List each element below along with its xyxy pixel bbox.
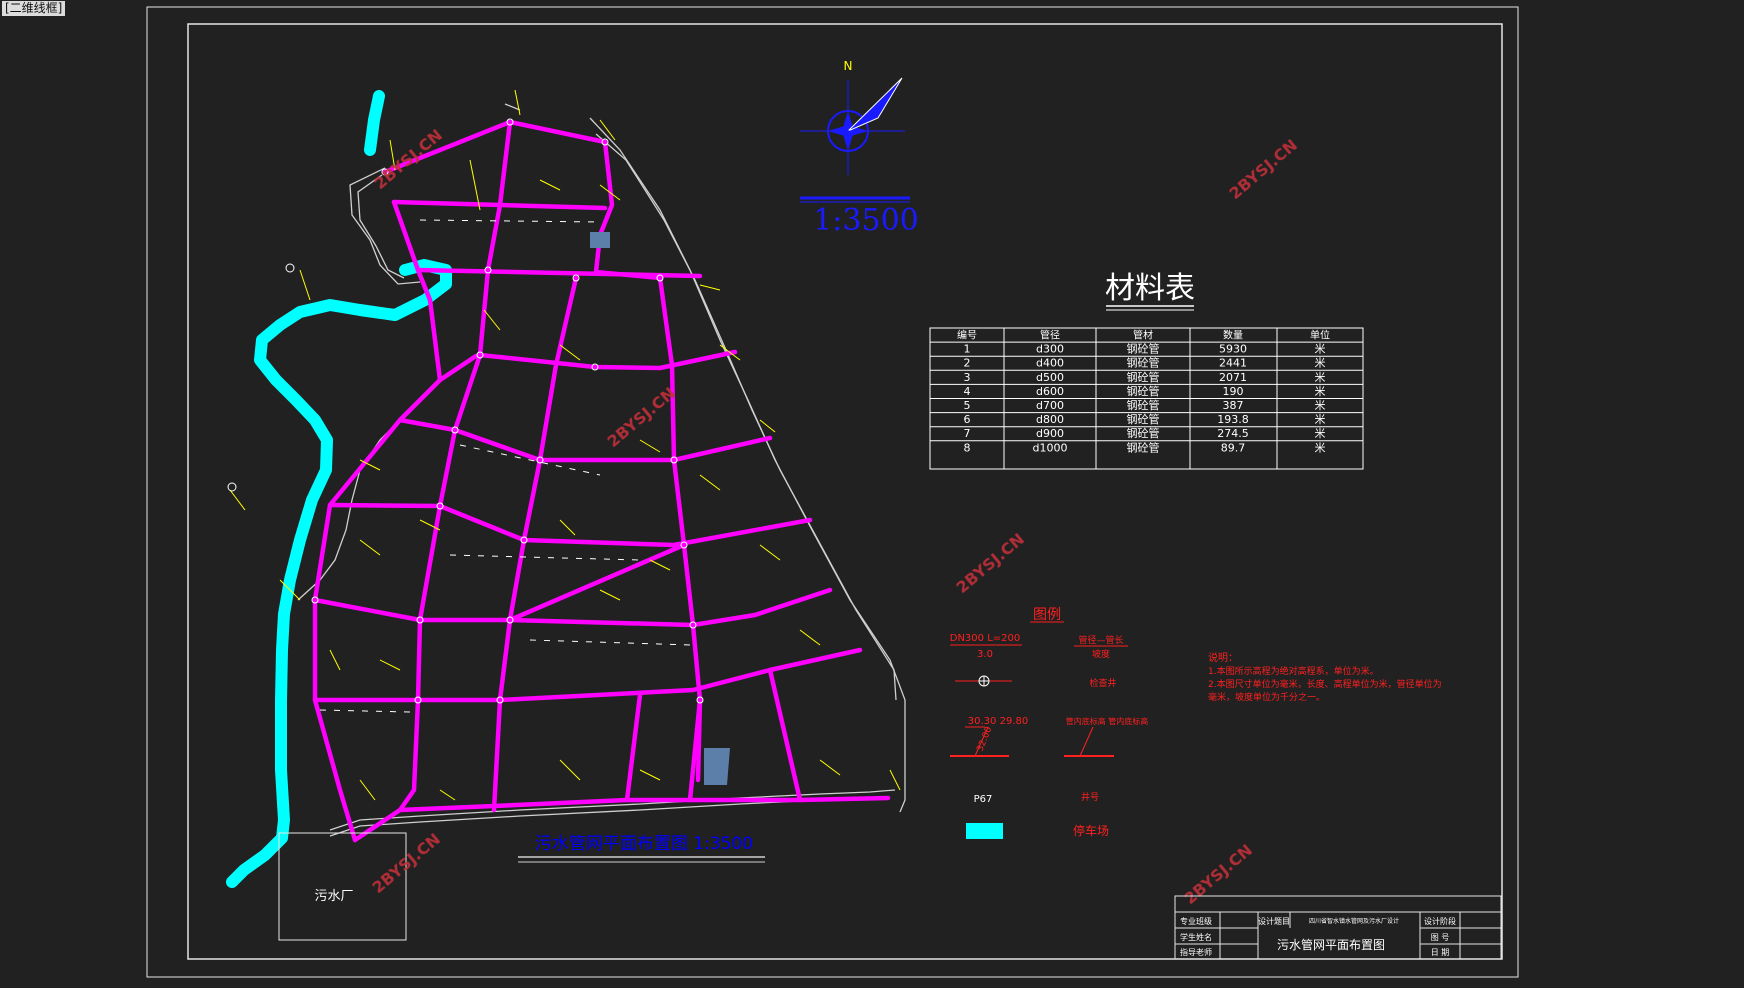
legend-node-sample: P67 — [974, 794, 993, 805]
legend-parking-desc: 停车场 — [1073, 823, 1109, 838]
material-table-cell: 钢砼管 — [1127, 412, 1160, 426]
title-block-sheet-label: 图 号 — [1431, 933, 1450, 942]
material-table-cell: 米 — [1315, 371, 1326, 384]
material-table-header-cell: 管径 — [1040, 329, 1060, 342]
title-block-advisor-label: 指导老师 — [1180, 947, 1212, 957]
scale-bar: 1:3500 — [800, 196, 919, 238]
material-table: 编号 管径 管材 数量 单位 1 d300 钢砼管 5930 米 2 d400 钢砼管 2441 米 3 d50… — [929, 327, 1364, 470]
legend-manhole-desc: 检查井 — [1089, 677, 1116, 689]
material-table-cell: d600 — [1036, 385, 1064, 398]
parking-lot — [704, 748, 730, 785]
notes-line-1: 1.本图所示高程为绝对高程系，单位为米。 — [1208, 665, 1379, 677]
material-table-cell: d500 — [1036, 371, 1064, 384]
material-table-header-cell: 单位 — [1310, 329, 1330, 342]
material-table-cell: 2 — [964, 357, 971, 370]
material-table-cell: 米 — [1315, 385, 1326, 398]
material-table-cell: 6 — [964, 413, 971, 426]
material-table-cell: 4 — [964, 385, 971, 398]
watermark: 2BYSJ.CN — [952, 529, 1028, 597]
road-centerlines — [319, 219, 691, 713]
title-block-stage-label: 设计阶段 — [1424, 916, 1456, 926]
material-table-header-cell: 管材 — [1133, 329, 1153, 342]
legend-elev-sample: 30.30 29.80 — [968, 716, 1028, 727]
material-table-cell: 190 — [1223, 385, 1244, 398]
legend-pipe-sample-bottom: 3.0 — [977, 649, 993, 660]
material-table-header-cell: 数量 — [1223, 329, 1243, 342]
material-table-cell: 钢砼管 — [1127, 440, 1160, 454]
material-table-cell: 钢砼管 — [1127, 370, 1160, 384]
watermark: 2BYSJ.CN — [1180, 840, 1256, 908]
material-table-cell: 米 — [1315, 399, 1326, 412]
plan-title: 污水管网平面布置图 1:3500 — [535, 834, 753, 854]
watermark: 2BYSJ.CN — [1225, 135, 1301, 203]
material-table-cell: d1000 — [1033, 441, 1068, 454]
material-table-cell: 米 — [1315, 427, 1326, 440]
title-block-project-label: 设计题目 — [1258, 916, 1290, 926]
material-table-cell: d400 — [1036, 357, 1064, 370]
material-table-cell: 2071 — [1219, 371, 1247, 384]
legend-elev-slope: 32.00 — [976, 725, 995, 753]
title-block-student-label: 学生姓名 — [1180, 932, 1212, 942]
scale-label: 1:3500 — [813, 203, 919, 238]
material-table-cell: d900 — [1036, 427, 1064, 440]
legend-elev-tick-2 — [1079, 726, 1094, 757]
north-arrow: N — [800, 59, 905, 175]
material-table-cell: 5 — [964, 399, 971, 412]
material-table-header-cell: 编号 — [957, 329, 977, 342]
sewer-pipe-network — [312, 119, 891, 843]
material-table-cell: d300 — [1036, 343, 1064, 356]
legend-title: 图例 — [1033, 607, 1061, 623]
wastewater-plant-label: 污水厂 — [314, 889, 353, 904]
material-table-cell: 钢砼管 — [1127, 342, 1160, 356]
material-table-cell: 1 — [964, 343, 971, 356]
material-table-cell: 274.5 — [1217, 427, 1249, 440]
legend-elev-desc: 管内底标高 管内底标高 — [1066, 716, 1149, 726]
material-table-cell: 2441 — [1219, 357, 1247, 370]
material-table-title: 材料表 — [1105, 271, 1195, 306]
material-table-cell: 钢砼管 — [1127, 398, 1160, 412]
cad-drawing[interactable]: 污水厂 污水管网平面布置图 1:3500 N 1:3500 2BYSJ.CN 2… — [0, 0, 1744, 988]
notes-line-2: 2.本图尺寸单位为毫米，长度、高程单位为米，管径单位为 — [1208, 678, 1442, 690]
title-block-drawing-name: 污水管网平面布置图 — [1277, 937, 1385, 952]
watermarks: 2BYSJ.CN 2BYSJ.CN 2BYSJ.CN 2BYSJ.CN 2BYS… — [368, 125, 1301, 908]
legend-parking-swatch — [966, 823, 1003, 839]
parking-lot — [590, 232, 610, 248]
material-table-cell: 米 — [1315, 441, 1326, 454]
material-table-cell: 3 — [964, 371, 971, 384]
material-table-cell: 387 — [1223, 399, 1244, 412]
notes-heading: 说明： — [1208, 651, 1238, 664]
north-label: N — [844, 59, 853, 73]
material-table-cell: 5930 — [1219, 343, 1247, 356]
legend-pipe-desc-top: 管径—管长 — [1078, 634, 1123, 646]
material-table-cell: 米 — [1315, 343, 1326, 356]
watermark: 2BYSJ.CN — [370, 125, 446, 193]
legend-pipe-sample-top: DN300 L=200 — [950, 633, 1020, 644]
legend-node-desc: 井号 — [1081, 791, 1099, 803]
material-table-cell: 8 — [964, 441, 971, 454]
title-block-major-label: 专业班级 — [1180, 916, 1212, 926]
material-table-cell: 7 — [964, 427, 971, 440]
material-table-cell: 米 — [1315, 413, 1326, 426]
legend-pipe-desc-bottom: 坡度 — [1092, 648, 1110, 660]
material-table-cell: d700 — [1036, 399, 1064, 412]
material-table-cell: 米 — [1315, 357, 1326, 370]
material-table-cell: 89.7 — [1221, 441, 1246, 454]
material-table-cell: d800 — [1036, 413, 1064, 426]
notes-line-3: 毫米，坡度单位为千分之一。 — [1208, 691, 1325, 703]
material-table-cell: 钢砼管 — [1127, 426, 1160, 440]
material-table-cell: 193.8 — [1217, 413, 1249, 426]
material-table-cell: 钢砼管 — [1127, 384, 1160, 398]
title-block-date-label: 日 期 — [1431, 948, 1450, 957]
material-table-cell: 钢砼管 — [1127, 356, 1160, 370]
title-block-project-value: 四川省智水镇水管网及污水厂设计 — [1309, 917, 1399, 925]
